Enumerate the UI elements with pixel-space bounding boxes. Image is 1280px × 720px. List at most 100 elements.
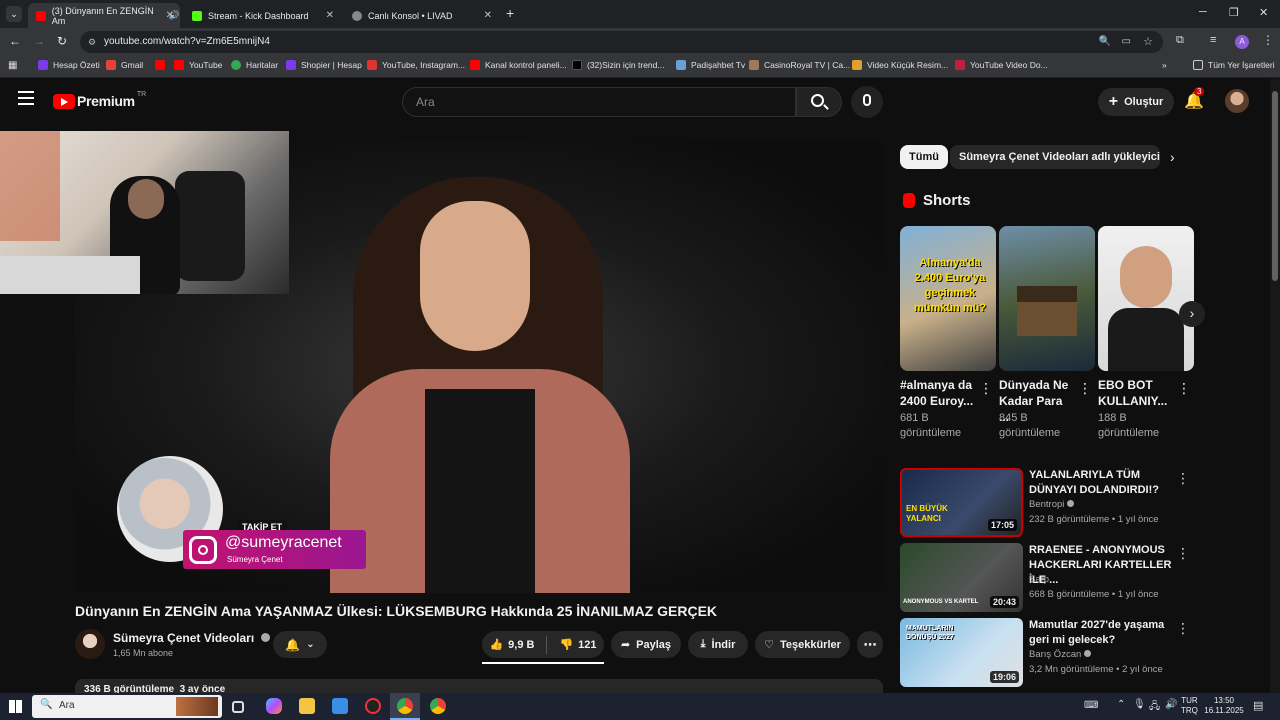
windows-start-icon[interactable] [9,700,22,713]
back-icon[interactable]: ← [9,34,21,48]
list-item[interactable]: ANONYMOUS VS KARTEL 20:43 RRAENEE - ANON… [900,543,1190,613]
hamburger-menu-icon[interactable] [18,91,34,105]
store-icon[interactable] [332,698,348,714]
channel-avatar[interactable] [75,629,105,659]
like-button[interactable]: 👍 9,9 B [489,638,534,652]
short-menu-icon[interactable]: ⋮ [1177,380,1191,397]
taskbar-search[interactable]: 🔍 Ara [32,695,222,718]
bookmark-item[interactable]: Haritalar [231,60,278,70]
bookmark-item[interactable] [155,60,170,70]
tab-search-icon[interactable]: ⌄ [6,6,22,22]
search-button[interactable] [796,87,842,117]
avatar[interactable] [1225,89,1249,113]
bookmark-item[interactable]: Shopier | Hesap [286,60,362,70]
tab-livad-console[interactable]: Canlı Konsol • LIVAD ✕ [344,3,498,28]
short-menu-icon[interactable]: ⋮ [979,380,993,397]
tab-label: (3) Dünyanın En ZENGİN Am [51,5,154,26]
video-menu-icon[interactable]: ⋮ [1176,470,1190,487]
volume-icon[interactable]: 🔊 [1165,699,1177,710]
new-tab-button[interactable]: + [506,5,514,21]
voice-search-button[interactable] [851,86,883,118]
short-thumbnail[interactable]: Almanya'da 2.400 Euro'ya geçinmek mümkün… [900,226,996,371]
clock[interactable]: 13:50 16.11.2025 [1204,696,1244,716]
close-window-icon[interactable]: ✕ [1259,6,1268,19]
download-button[interactable]: ⤓ İndir [688,631,748,658]
bookmark-item[interactable]: Gmail [106,60,143,70]
tab-kick-dashboard[interactable]: Stream - Kick Dashboard ✕ [184,3,340,28]
dislike-button[interactable]: 👎 121 [559,638,596,652]
description-box[interactable]: 336 B görüntüleme 3 ay önce [75,679,883,693]
tray-chevron-icon[interactable]: ⌃ [1117,699,1125,710]
video-menu-icon[interactable]: ⋮ [1176,620,1190,637]
short-title[interactable]: EBO BOT KULLANIY... [1098,377,1173,409]
notification-center-icon[interactable]: ▤ [1253,699,1263,712]
channel-name[interactable]: Sümeyra Çenet Videoları [113,631,270,645]
app-icon[interactable] [365,698,381,714]
apps-grid-icon[interactable]: ▦ [8,60,17,71]
bookmark-label: YouTube [189,60,223,70]
reload-icon[interactable]: ↻ [57,34,67,48]
site-info-icon[interactable]: ⚙ [88,31,96,53]
video-menu-icon[interactable]: ⋮ [1176,545,1190,562]
bookmark-item[interactable]: Hesap Özeti [38,60,100,70]
file-explorer-icon[interactable] [299,698,315,714]
zoom-icon[interactable]: 🔍 [1099,31,1111,53]
task-view-icon[interactable] [232,701,244,713]
short-menu-icon[interactable]: ⋮ [1078,380,1092,397]
video-duration: 19:06 [989,671,1019,683]
short-thumbnail[interactable] [1098,226,1194,371]
youtube-header: Premium TR Ara + Oluştur 🔔 3 [0,79,1270,124]
bookmark-item[interactable]: (32)Sizin için trend... [572,60,664,70]
network-icon[interactable]: 🖧 [1149,699,1160,716]
chip-all[interactable]: Tümü [900,145,948,169]
menu-kebab-icon[interactable]: ⋮ [1262,33,1274,47]
notifications-button[interactable]: 🔔 3 [1184,87,1205,111]
chrome-icon-2[interactable] [430,698,446,714]
close-tab-icon[interactable]: ✕ [484,10,492,21]
bookmark-item[interactable]: YouTube, Instagram... [367,60,465,70]
mic-tray-icon[interactable]: 🎙 [1133,699,1146,710]
cast-icon[interactable]: ▭ [1122,31,1131,53]
list-item[interactable]: MAMUTLARIN DÖNÜŞÜ 2027 19:06 Mamutlar 20… [900,618,1190,688]
short-title[interactable]: #almanya da 2400 Euroy... [900,377,975,409]
bell-icon: 🔔 [285,637,301,652]
close-tab-icon[interactable]: ✕ [166,10,174,21]
bookmark-item[interactable]: YouTube [174,60,222,70]
short-thumbnail[interactable] [999,226,1095,371]
copilot-icon[interactable] [266,698,282,714]
forward-icon[interactable]: → [33,34,45,48]
short-views: 681 B görüntüleme [900,412,962,439]
minimize-icon[interactable]: ─ [1199,6,1207,18]
chip-uploader[interactable]: Sümeyra Çenet Videoları adlı yükleyicide… [950,145,1160,169]
more-actions-button[interactable]: ⋯ [857,631,883,658]
chip-scroll-right-icon[interactable]: › [1170,149,1175,165]
profile-icon[interactable]: A [1235,35,1249,49]
keyboard-icon[interactable]: ⌨ [1084,700,1098,711]
restore-icon[interactable]: ❐ [1229,6,1239,19]
thanks-button[interactable]: ♡ Teşekkürler [755,631,850,658]
page-scrollbar[interactable] [1270,79,1280,693]
bookmark-item[interactable]: YouTube Video Do... [955,60,1048,70]
url-field[interactable]: ⚙ youtube.com/watch?v=Zm6E5mnijN4 🔍 ▭ ☆ [80,31,1163,53]
bookmark-item[interactable]: Video Küçük Resim... [852,60,948,70]
tab-youtube-video[interactable]: (3) Dünyanın En ZENGİN Am 🔊 ✕ [28,3,180,28]
address-bar-row: ← → ↻ ⚙ youtube.com/watch?v=Zm6E5mnijN4 … [0,28,1280,56]
close-tab-icon[interactable]: ✕ [326,10,334,21]
language-indicator[interactable]: TUR TRQ [1181,696,1198,716]
media-icon[interactable]: ≡ [1210,34,1216,46]
subscription-bell-button[interactable]: 🔔 ⌄ [273,631,327,658]
chrome-icon[interactable] [397,698,413,714]
list-item[interactable]: EN BÜYÜK YALANCI 17:05 YALANLARIYLA TÜM … [900,468,1190,538]
all-bookmarks[interactable]: Tüm Yer İşaretleri [1193,60,1275,70]
create-button[interactable]: + Oluştur [1098,88,1174,116]
search-input[interactable]: Ara [402,87,796,117]
bookmark-item[interactable]: Kanal kontrol paneli... [470,60,567,70]
bookmark-star-icon[interactable]: ☆ [1143,31,1153,53]
youtube-logo[interactable]: Premium TR [53,91,146,109]
more-bookmarks-chevron[interactable]: » [1162,60,1167,70]
bookmark-item[interactable]: CasinoRoyal TV | Ca... [749,60,850,70]
bookmark-item[interactable]: Padişahbet Tv [676,60,745,70]
extensions-icon[interactable]: ⧉ [1176,34,1184,47]
share-button[interactable]: ➦ Paylaş [611,631,681,658]
shorts-next-button[interactable]: › [1179,301,1205,327]
